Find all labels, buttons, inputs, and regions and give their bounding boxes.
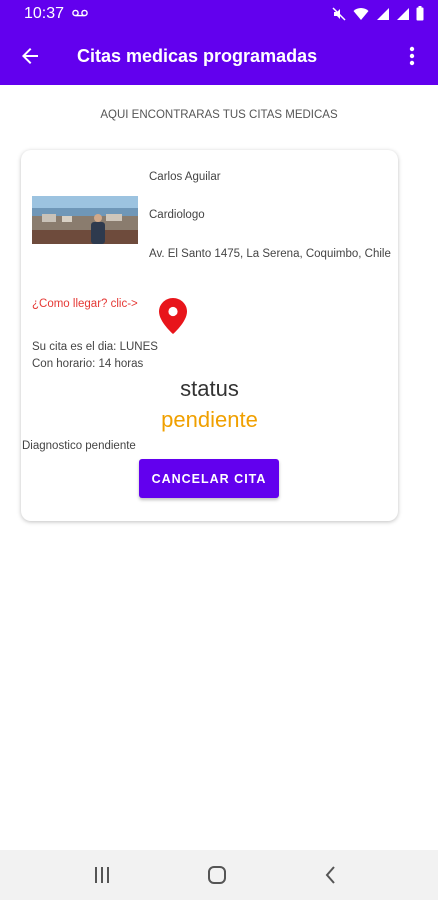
back-nav-icon[interactable]	[320, 865, 342, 885]
appointment-day: Su cita es el dia: LUNES	[32, 341, 158, 353]
section-subtitle: AQUI ENCONTRARAS TUS CITAS MEDICAS	[100, 109, 338, 121]
status-bar: 10:37	[0, 0, 438, 28]
system-nav-bar	[0, 850, 438, 900]
doctor-address: Av. El Santo 1475, La Serena, Coquimbo, …	[149, 248, 391, 260]
battery-icon	[416, 6, 424, 21]
voicemail-icon	[72, 9, 88, 17]
home-icon[interactable]	[206, 865, 228, 885]
appointment-hour: Con horario: 14 horas	[32, 358, 144, 370]
cancel-appointment-button[interactable]: CANCELAR CITA	[139, 459, 279, 498]
recents-icon[interactable]	[91, 865, 113, 885]
status-value: pendiente	[161, 407, 258, 432]
wifi-icon	[353, 7, 369, 20]
page-title: Citas medicas programadas	[77, 46, 318, 66]
diagnosis-text: Diagnostico pendiente	[22, 440, 136, 452]
doctor-name: Carlos Aguilar	[149, 171, 221, 183]
directions-link[interactable]: ¿Como llegar? clic->	[32, 298, 138, 310]
status-label: status	[180, 376, 239, 401]
signal-lte-icon	[377, 7, 389, 20]
doctor-specialty: Cardiologo	[149, 209, 205, 221]
more-vert-icon[interactable]	[400, 44, 424, 68]
arrow-back-icon[interactable]	[18, 44, 42, 68]
location-pin-icon[interactable]	[159, 298, 187, 334]
mute-icon	[332, 6, 346, 21]
status-icons	[332, 6, 424, 21]
appointment-card: Carlos Aguilar Cardiologo Av. El Santo 1…	[21, 150, 398, 521]
app-bar: Citas medicas programadas	[0, 28, 438, 85]
signal-icon	[397, 7, 409, 20]
doctor-photo	[32, 196, 138, 244]
status-time: 10:37	[24, 5, 65, 22]
